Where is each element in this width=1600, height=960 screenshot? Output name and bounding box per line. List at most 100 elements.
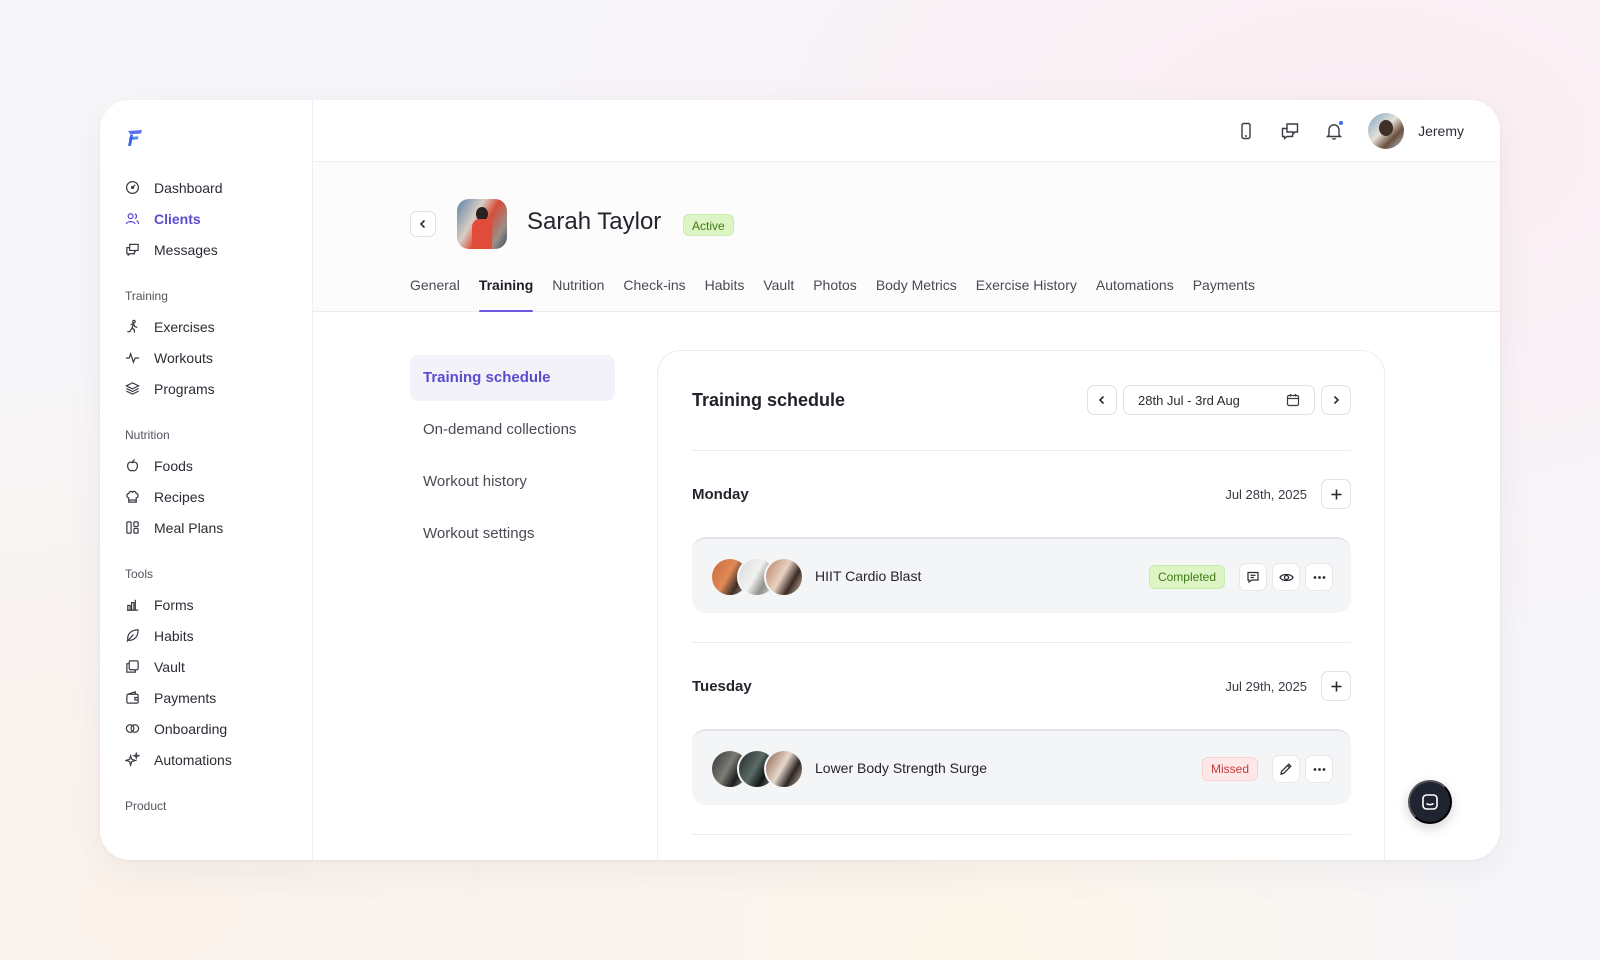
sidebar-item-label: Forms bbox=[154, 596, 194, 613]
comment-icon bbox=[1247, 571, 1259, 584]
chevron-right-icon bbox=[1333, 395, 1340, 405]
sidebar-item-vault[interactable]: Vault bbox=[100, 651, 313, 682]
sidebar-item-exercises[interactable]: Exercises bbox=[100, 311, 313, 342]
chat-bubbles-icon[interactable] bbox=[1280, 121, 1300, 141]
add-workout-monday-button[interactable] bbox=[1321, 479, 1351, 509]
tab-automations[interactable]: Automations bbox=[1096, 275, 1174, 312]
workout-name[interactable]: Lower Body Strength Surge bbox=[815, 760, 987, 776]
user-name[interactable]: Jeremy bbox=[1418, 123, 1464, 139]
sidebar-section-training: Training bbox=[125, 289, 168, 303]
folder-icon bbox=[125, 659, 140, 674]
sidebar-item-onboarding[interactable]: Onboarding bbox=[100, 713, 313, 744]
mobile-phone-icon[interactable] bbox=[1236, 121, 1256, 141]
more-options-button[interactable] bbox=[1305, 755, 1333, 783]
sidebar-item-clients[interactable]: Clients bbox=[100, 203, 313, 234]
training-subnav: Training schedule On-demand collections … bbox=[410, 355, 615, 563]
sidebar-item-meal-plans[interactable]: Meal Plans bbox=[100, 512, 313, 543]
divider bbox=[692, 642, 1351, 643]
sidebar-item-label: Meal Plans bbox=[154, 519, 224, 536]
sidebar-section-tools: Tools bbox=[125, 567, 154, 581]
ellipsis-icon bbox=[1313, 575, 1325, 579]
sidebar-item-payments[interactable]: Payments bbox=[100, 682, 313, 713]
layers-icon bbox=[125, 381, 140, 396]
subnav-workout-settings[interactable]: Workout settings bbox=[410, 511, 615, 557]
sidebar-item-label: Onboarding bbox=[154, 720, 228, 737]
tab-training[interactable]: Training bbox=[478, 275, 534, 312]
sidebar-item-label: Programs bbox=[154, 380, 215, 397]
chat-widget-icon bbox=[1422, 794, 1438, 810]
tab-exercise-history[interactable]: Exercise History bbox=[976, 275, 1077, 312]
users-icon bbox=[125, 211, 140, 226]
sidebar-item-dashboard[interactable]: Dashboard bbox=[100, 172, 313, 203]
logo-icon[interactable] bbox=[124, 127, 146, 149]
chat-widget-button[interactable] bbox=[1408, 780, 1452, 824]
exercise-thumbnails bbox=[710, 749, 804, 789]
subnav-workout-history[interactable]: Workout history bbox=[410, 459, 615, 505]
chart-icon bbox=[125, 597, 140, 612]
sidebar-item-messages[interactable]: Messages bbox=[100, 234, 313, 265]
bell-icon[interactable] bbox=[1324, 120, 1345, 141]
chevron-left-icon bbox=[1098, 395, 1105, 405]
sidebar-item-label: Exercises bbox=[154, 318, 215, 335]
exercise-thumbnail bbox=[764, 749, 804, 789]
workout-name[interactable]: HIIT Cardio Blast bbox=[815, 568, 921, 584]
tab-photos[interactable]: Photos bbox=[813, 275, 857, 312]
sidebar-item-label: Foods bbox=[154, 457, 193, 474]
day-date-tuesday: Jul 29th, 2025 bbox=[1225, 679, 1307, 694]
ellipsis-icon bbox=[1313, 767, 1325, 771]
sidebar-section-product: Product bbox=[125, 799, 167, 813]
workout-row-monday[interactable]: HIIT Cardio Blast Completed bbox=[692, 537, 1351, 613]
view-button[interactable] bbox=[1272, 563, 1300, 591]
sidebar-item-label: Dashboard bbox=[154, 179, 223, 196]
topbar: Jeremy bbox=[313, 100, 1500, 162]
comment-button[interactable] bbox=[1239, 563, 1267, 591]
tab-payments[interactable]: Payments bbox=[1193, 275, 1255, 312]
client-tabs: General Training Nutrition Check-ins Hab… bbox=[410, 275, 1274, 312]
date-range-picker[interactable]: 28th Jul - 3rd Aug bbox=[1123, 385, 1315, 415]
training-schedule-card: Training schedule 28th Jul - 3rd Aug Mon… bbox=[657, 350, 1385, 860]
tab-general[interactable]: General bbox=[410, 275, 460, 312]
tab-habits[interactable]: Habits bbox=[705, 275, 745, 312]
add-workout-tuesday-button[interactable] bbox=[1321, 671, 1351, 701]
sidebar-item-automations[interactable]: Automations bbox=[100, 744, 313, 775]
status-badge-completed: Completed bbox=[1148, 565, 1225, 589]
sidebar-item-programs[interactable]: Programs bbox=[100, 373, 313, 404]
sidebar-item-foods[interactable]: Foods bbox=[100, 450, 313, 481]
edit-button[interactable] bbox=[1272, 755, 1300, 783]
sparkle-icon bbox=[125, 752, 140, 767]
exercise-thumbnails bbox=[710, 557, 804, 597]
subnav-on-demand-collections[interactable]: On-demand collections bbox=[410, 407, 615, 453]
leaf-icon bbox=[125, 628, 140, 643]
next-week-button[interactable] bbox=[1321, 385, 1351, 415]
tab-nutrition[interactable]: Nutrition bbox=[552, 275, 604, 312]
sidebar-item-label: Habits bbox=[154, 627, 194, 644]
sidebar-item-forms[interactable]: Forms bbox=[100, 589, 313, 620]
day-label-monday: Monday bbox=[692, 486, 749, 503]
exercise-thumbnail bbox=[764, 557, 804, 597]
day-label-tuesday: Tuesday bbox=[692, 678, 752, 695]
sidebar-item-workouts[interactable]: Workouts bbox=[100, 342, 313, 373]
more-options-button[interactable] bbox=[1305, 563, 1333, 591]
plus-icon bbox=[1331, 681, 1341, 691]
back-button[interactable] bbox=[410, 211, 436, 237]
topbar-actions: Jeremy bbox=[1236, 113, 1464, 149]
date-navigator: 28th Jul - 3rd Aug bbox=[1087, 385, 1351, 415]
date-range-text: 28th Jul - 3rd Aug bbox=[1138, 392, 1240, 408]
sidebar-item-habits[interactable]: Habits bbox=[100, 620, 313, 651]
eye-icon bbox=[1278, 573, 1294, 581]
tab-check-ins[interactable]: Check-ins bbox=[623, 275, 685, 312]
prev-week-button[interactable] bbox=[1087, 385, 1117, 415]
day-date-monday: Jul 28th, 2025 bbox=[1225, 487, 1307, 502]
tab-body-metrics[interactable]: Body Metrics bbox=[876, 275, 957, 312]
schedule-title: Training schedule bbox=[692, 390, 846, 410]
tab-vault[interactable]: Vault bbox=[763, 275, 794, 312]
user-avatar[interactable] bbox=[1368, 113, 1405, 149]
app-window: Dashboard Clients Messages Training Exer bbox=[100, 100, 1500, 860]
dashboard-icon bbox=[125, 180, 140, 195]
divider bbox=[692, 450, 1351, 451]
subnav-training-schedule[interactable]: Training schedule bbox=[410, 355, 615, 401]
sidebar-item-label: Automations bbox=[154, 751, 232, 768]
sidebar-nav: Dashboard Clients Messages Training Exer bbox=[100, 172, 313, 821]
sidebar-item-recipes[interactable]: Recipes bbox=[100, 481, 313, 512]
workout-row-tuesday[interactable]: Lower Body Strength Surge Missed bbox=[692, 729, 1351, 805]
